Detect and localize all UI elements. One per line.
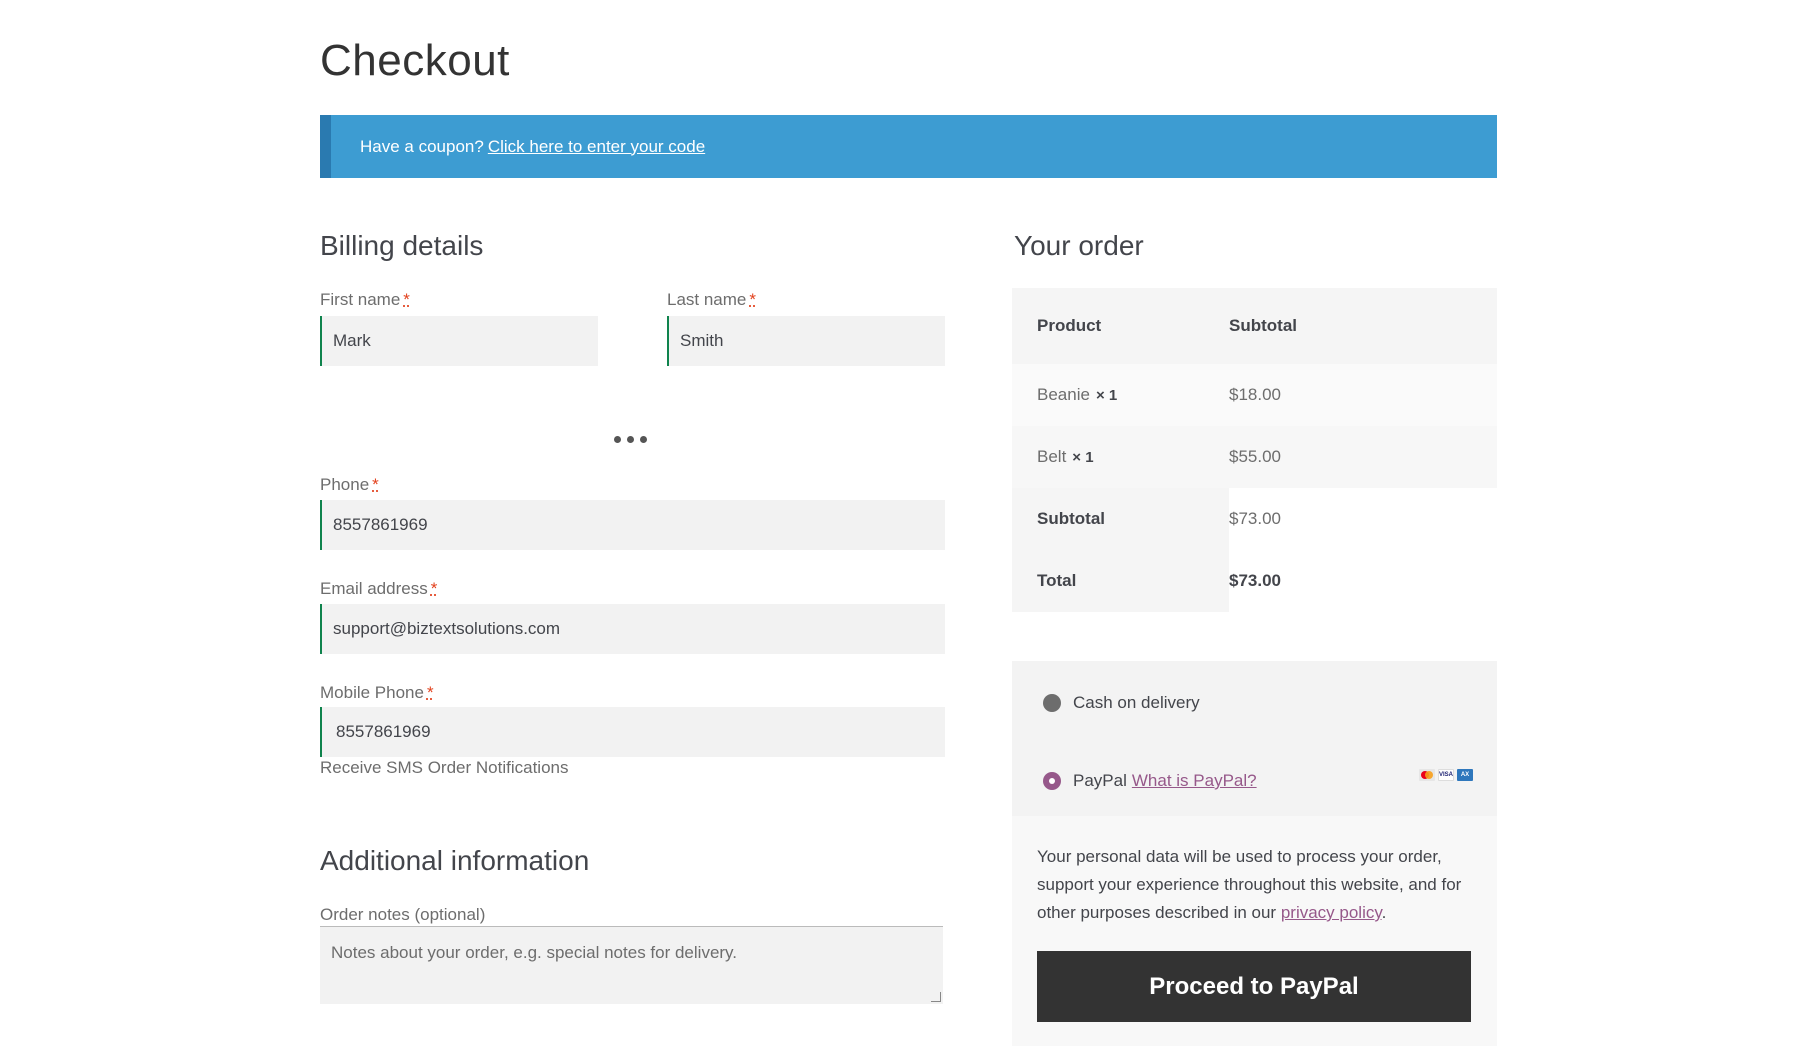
order-notes-placeholder: Notes about your order, e.g. special not… bbox=[331, 943, 738, 962]
phone-label: Phone * bbox=[320, 475, 379, 494]
item-qty: × 1 bbox=[1072, 448, 1094, 466]
coupon-prefix: Have a coupon? bbox=[360, 136, 484, 156]
item-name-cell: Beanie × 1 bbox=[1037, 385, 1118, 404]
cod-label: Cash on delivery bbox=[1073, 693, 1200, 712]
payment-methods: Cash on delivery PayPal What is PayPal? … bbox=[1012, 661, 1497, 1046]
subtotal-value: $73.00 bbox=[1229, 488, 1497, 550]
visa-icon: VISA bbox=[1438, 769, 1454, 781]
payment-options: Cash on delivery PayPal What is PayPal? … bbox=[1012, 661, 1497, 816]
phone-input[interactable]: 8557861969 bbox=[320, 500, 945, 550]
email-label: Email address * bbox=[320, 579, 438, 598]
amex-icon: AX bbox=[1457, 769, 1473, 781]
first-name-label: First name * bbox=[320, 290, 410, 309]
item-qty: × 1 bbox=[1095, 386, 1118, 404]
what-is-paypal-link[interactable]: What is PayPal? bbox=[1132, 771, 1257, 791]
order-summary-table: Product Subtotal Beanie × 1 $18.00 Belt … bbox=[1012, 288, 1497, 612]
last-name-input[interactable]: Smith bbox=[667, 316, 945, 366]
item-price-cell: $18.00 bbox=[1229, 385, 1281, 404]
privacy-notice: Your personal data will be used to proce… bbox=[1037, 847, 1462, 922]
billing-title: Billing details bbox=[320, 230, 484, 261]
privacy-policy-link[interactable]: privacy policy bbox=[1281, 903, 1382, 922]
paypal-radio[interactable] bbox=[1043, 772, 1061, 790]
paypal-label: PayPal bbox=[1073, 771, 1127, 790]
resize-grip-icon[interactable] bbox=[931, 992, 941, 1002]
sms-notifications-text: Receive SMS Order Notifications bbox=[320, 758, 569, 777]
table-row: Beanie × 1 $18.00 bbox=[1012, 364, 1497, 426]
total-label: Total bbox=[1012, 550, 1229, 612]
proceed-to-paypal-button[interactable]: Proceed to PayPal bbox=[1037, 951, 1471, 1022]
order-notes-label: Order notes (optional) bbox=[320, 905, 486, 924]
ellipsis-icon bbox=[614, 436, 647, 443]
product-header: Product bbox=[1037, 316, 1102, 335]
table-header-row: Product Subtotal bbox=[1012, 288, 1497, 364]
cod-option[interactable]: Cash on delivery bbox=[1043, 693, 1200, 713]
mastercard-icon bbox=[1419, 769, 1435, 781]
accepted-cards: VISA AX bbox=[1419, 769, 1473, 781]
coupon-link[interactable]: Click here to enter your code bbox=[488, 137, 705, 157]
mobile-phone-label: Mobile Phone * bbox=[320, 683, 434, 702]
item-name-cell: Belt × 1 bbox=[1037, 447, 1094, 466]
subtotal-header: Subtotal bbox=[1229, 316, 1297, 335]
item-price-cell: $55.00 bbox=[1229, 447, 1281, 466]
last-name-label: Last name * bbox=[667, 290, 757, 309]
email-input[interactable]: support@biztextsolutions.com bbox=[320, 604, 945, 654]
page-title: Checkout bbox=[320, 36, 510, 85]
cod-radio[interactable] bbox=[1043, 694, 1061, 712]
coupon-notice: Have a coupon? Click here to enter your … bbox=[320, 115, 1497, 178]
your-order-title: Your order bbox=[1014, 230, 1144, 261]
total-row: Total $73.00 bbox=[1012, 550, 1497, 612]
first-name-input[interactable]: Mark bbox=[320, 316, 598, 366]
subtotal-row: Subtotal $73.00 bbox=[1012, 488, 1497, 550]
total-value: $73.00 bbox=[1229, 550, 1497, 612]
paypal-option[interactable]: PayPal What is PayPal? bbox=[1043, 771, 1257, 791]
order-notes-textarea[interactable]: Notes about your order, e.g. special not… bbox=[320, 926, 943, 1004]
subtotal-label: Subtotal bbox=[1012, 488, 1229, 550]
mobile-phone-input[interactable]: 8557861969 bbox=[320, 707, 945, 757]
additional-info-title: Additional information bbox=[320, 845, 590, 876]
table-row: Belt × 1 $55.00 bbox=[1012, 426, 1497, 488]
